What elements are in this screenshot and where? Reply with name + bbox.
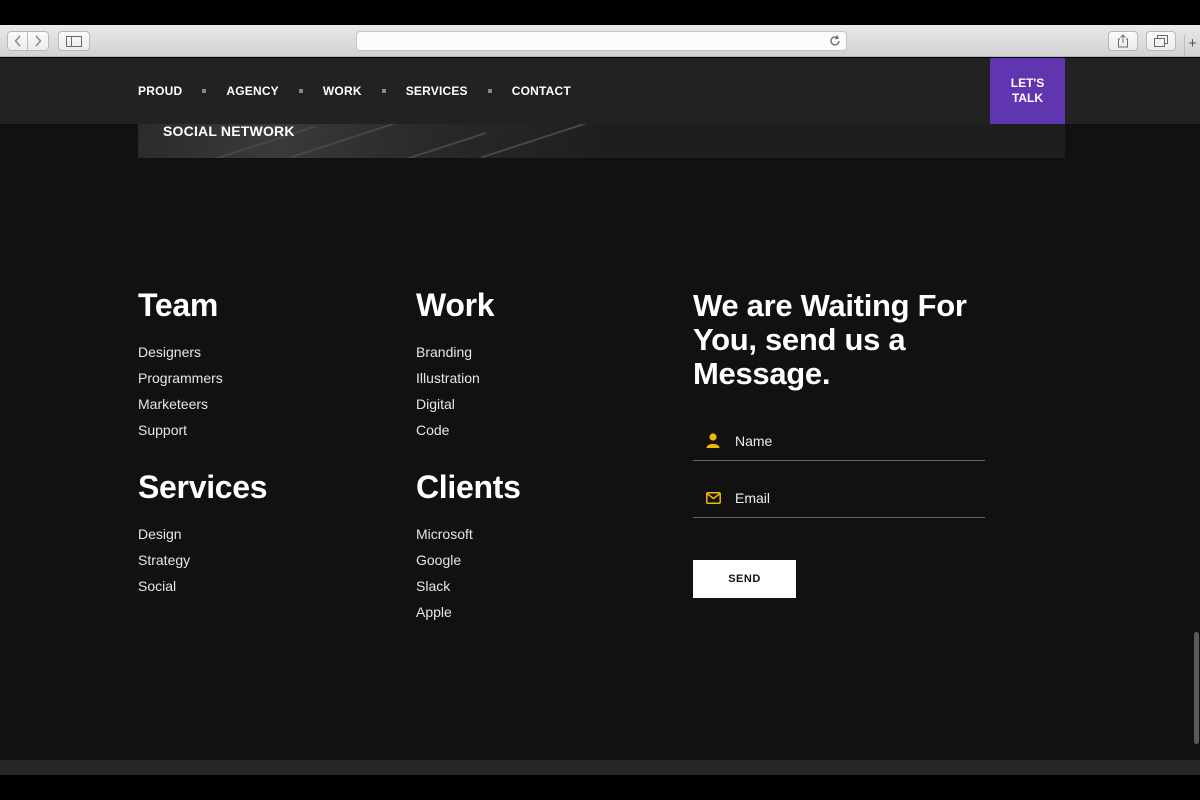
main-navigation: PROUD AGENCY WORK SERVICES CONTACT [138,84,571,98]
email-field-placeholder: Email [735,489,771,506]
portfolio-caption: SOCIAL NETWORK [163,124,295,139]
envelope-icon [705,490,721,506]
tabs-icon [1154,35,1168,47]
work-column: Work Branding Illustration Digital Code [416,287,495,447]
nav-link-services[interactable]: SERVICES [406,84,468,98]
page-scrollbar[interactable] [1194,632,1199,744]
forward-button[interactable] [28,31,49,51]
sidebar-icon [66,35,82,47]
name-field[interactable]: Name [693,421,985,461]
services-column: Services Design Strategy Social [138,469,268,603]
work-link-branding[interactable]: Branding [416,343,494,369]
services-link-social[interactable]: Social [138,577,267,603]
chevron-right-icon [35,35,42,47]
team-link-marketeers[interactable]: Marketeers [138,395,223,421]
clients-link-apple[interactable]: Apple [416,603,521,629]
site-header: PROUD AGENCY WORK SERVICES CONTACT LET'S… [0,58,1200,124]
history-navigation [7,31,49,51]
team-heading: Team [138,287,219,323]
work-link-illustration[interactable]: Illustration [416,369,494,395]
page-footer-bar [0,760,1200,775]
work-link-code[interactable]: Code [416,421,494,447]
sidebar-toggle-button[interactable] [58,31,90,51]
services-link-design[interactable]: Design [138,525,267,551]
name-field-placeholder: Name [735,432,773,449]
lets-talk-line1: LET'S [1010,76,1045,90]
chevron-left-icon [13,35,21,47]
nav-link-work[interactable]: WORK [323,84,362,98]
plus-icon: + [1188,35,1197,52]
back-button[interactable] [7,31,28,51]
browser-toolbar: + [0,25,1200,57]
clients-link-slack[interactable]: Slack [416,577,521,603]
team-list: Designers Programmers Marketeers Support [138,343,223,447]
clients-heading: Clients [416,469,521,505]
clients-list: Microsoft Google Slack Apple [416,525,521,629]
team-link-designers[interactable]: Designers [138,343,223,369]
web-page: PROUD AGENCY WORK SERVICES CONTACT LET'S… [0,58,1200,775]
clients-link-google[interactable]: Google [416,551,521,577]
portfolio-item[interactable]: SOCIAL NETWORK [138,124,1065,158]
user-icon [705,433,721,449]
share-button[interactable] [1108,31,1138,51]
work-link-digital[interactable]: Digital [416,395,494,421]
services-list: Design Strategy Social [138,525,267,603]
nav-separator [298,89,303,93]
nav-separator [381,89,386,93]
nav-link-agency[interactable]: AGENCY [226,84,279,98]
team-link-support[interactable]: Support [138,421,223,447]
nav-link-proud[interactable]: PROUD [138,84,182,98]
contact-form: We are Waiting For You, send us a Messag… [693,289,985,598]
new-tab-button[interactable]: + [1184,35,1200,57]
team-link-programmers[interactable]: Programmers [138,369,223,395]
work-list: Branding Illustration Digital Code [416,343,494,447]
reload-icon[interactable] [828,34,842,48]
team-column: Team Designers Programmers Marketeers Su… [138,287,223,447]
send-button[interactable]: SEND [693,560,796,598]
share-icon [1118,34,1128,48]
email-field[interactable]: Email [693,478,985,518]
tabs-button[interactable] [1146,31,1176,51]
lets-talk-button[interactable]: LET'S TALK [990,58,1065,124]
work-heading: Work [416,287,495,323]
clients-link-microsoft[interactable]: Microsoft [416,525,521,551]
services-link-strategy[interactable]: Strategy [138,551,267,577]
services-heading: Services [138,469,268,505]
nav-link-contact[interactable]: CONTACT [512,84,571,98]
address-bar[interactable] [356,31,847,51]
lets-talk-line2: TALK [1011,91,1044,105]
nav-separator [487,89,492,93]
clients-column: Clients Microsoft Google Slack Apple [416,469,521,629]
nav-separator [202,89,207,93]
contact-heading: We are Waiting For You, send us a Messag… [693,288,967,391]
